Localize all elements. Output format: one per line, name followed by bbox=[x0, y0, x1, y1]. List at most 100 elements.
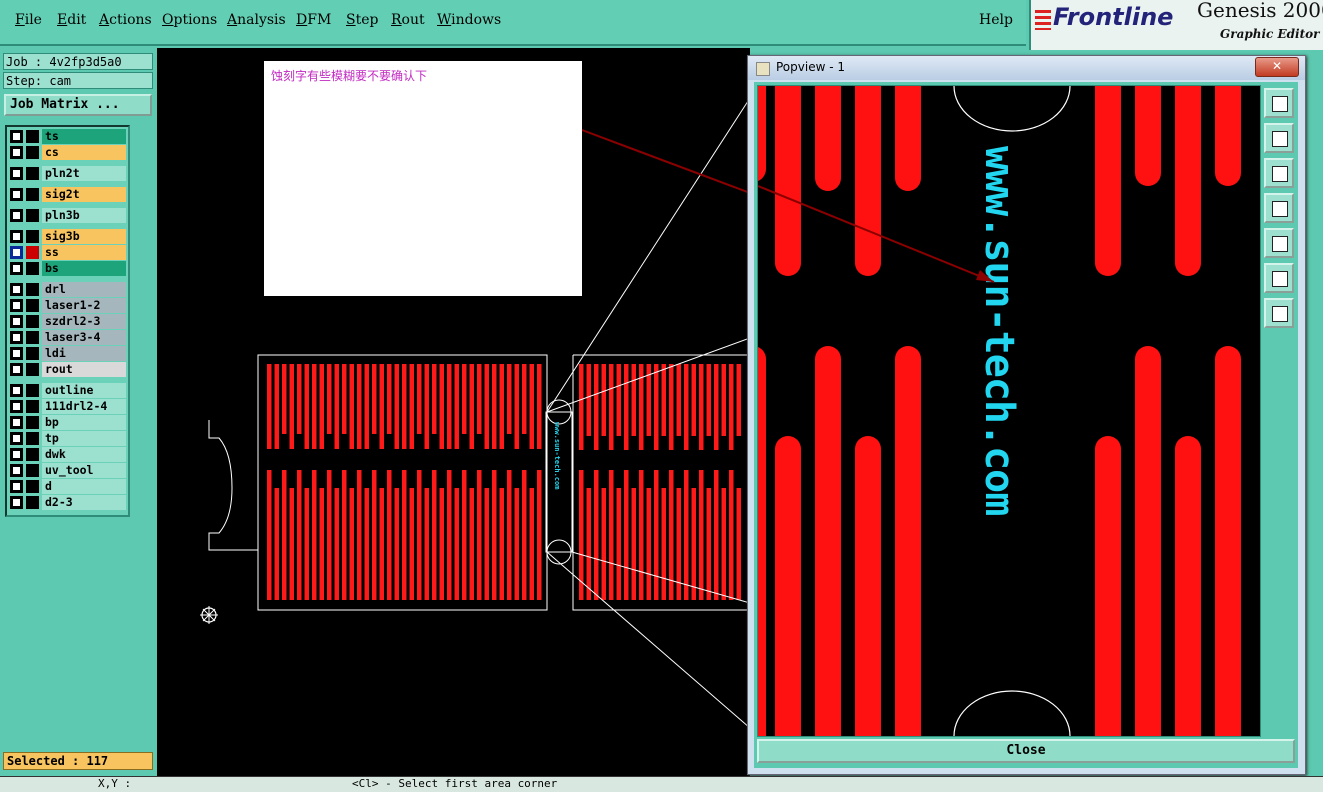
layer-name[interactable]: sig3b bbox=[42, 229, 126, 244]
layer-row-szdrl2-3[interactable]: szdrl2-3 bbox=[9, 314, 126, 329]
menu-step[interactable]: Step bbox=[346, 12, 378, 28]
layer-row-laser3-4[interactable]: laser3-4 bbox=[9, 330, 126, 345]
layer-row-drl[interactable]: drl bbox=[9, 282, 126, 297]
layer-mark[interactable] bbox=[26, 262, 39, 275]
layer-checkbox[interactable] bbox=[10, 130, 23, 143]
layer-name[interactable]: cs bbox=[42, 145, 126, 160]
layer-row-uv_tool[interactable]: uv_tool bbox=[9, 463, 126, 478]
menu-analysis[interactable]: Analysis bbox=[227, 12, 286, 28]
layer-checkbox[interactable] bbox=[10, 480, 23, 493]
layer-mark[interactable] bbox=[26, 416, 39, 429]
menu-actions[interactable]: Actions bbox=[99, 12, 152, 28]
layer-row-ldi[interactable]: ldi bbox=[9, 346, 126, 361]
layer-checkbox[interactable] bbox=[10, 384, 23, 397]
layer-name[interactable]: tp bbox=[42, 431, 126, 446]
layer-row-bp[interactable]: bp bbox=[9, 415, 126, 430]
zoom-home-icon[interactable] bbox=[1264, 88, 1294, 118]
menu-dfm[interactable]: DFM bbox=[296, 12, 331, 28]
layer-name[interactable]: pln2t bbox=[42, 166, 126, 181]
layer-mark[interactable] bbox=[26, 363, 39, 376]
layer-checkbox[interactable] bbox=[10, 230, 23, 243]
layer-row-d[interactable]: d bbox=[9, 479, 126, 494]
layer-mark[interactable] bbox=[26, 130, 39, 143]
layer-name[interactable]: uv_tool bbox=[42, 463, 126, 478]
layer-checkbox[interactable] bbox=[10, 262, 23, 275]
popview-close-button[interactable]: Close bbox=[757, 739, 1295, 763]
layer-row-rout[interactable]: rout bbox=[9, 362, 126, 377]
layer-checkbox[interactable] bbox=[10, 448, 23, 461]
layer-checkbox[interactable] bbox=[10, 188, 23, 201]
layer-checkbox[interactable] bbox=[10, 246, 23, 259]
layer-checkbox[interactable] bbox=[10, 283, 23, 296]
layer-name[interactable]: 111drl2-4 bbox=[42, 399, 126, 414]
job-matrix-button[interactable]: Job Matrix ... bbox=[4, 94, 152, 116]
layer-mark[interactable] bbox=[26, 146, 39, 159]
layer-name[interactable]: bs bbox=[42, 261, 126, 276]
menu-help[interactable]: Help bbox=[979, 12, 1013, 28]
layer-checkbox[interactable] bbox=[10, 146, 23, 159]
layer-name[interactable]: bp bbox=[42, 415, 126, 430]
layer-name[interactable]: outline bbox=[42, 383, 126, 398]
layer-name[interactable]: d bbox=[42, 479, 126, 494]
layer-mark[interactable] bbox=[26, 315, 39, 328]
layer-row-tp[interactable]: tp bbox=[9, 431, 126, 446]
layer-checkbox[interactable] bbox=[10, 432, 23, 445]
layer-mark[interactable] bbox=[26, 209, 39, 222]
layer-checkbox[interactable] bbox=[10, 347, 23, 360]
layer-checkbox[interactable] bbox=[10, 400, 23, 413]
work-layer-arrow-icon[interactable] bbox=[26, 246, 39, 259]
layer-row-outline[interactable]: outline bbox=[9, 383, 126, 398]
layer-mark[interactable] bbox=[26, 480, 39, 493]
layer-name[interactable]: drl bbox=[42, 282, 126, 297]
layer-name[interactable]: ldi bbox=[42, 346, 126, 361]
layer-row-dwk[interactable]: dwk bbox=[9, 447, 126, 462]
layer-checkbox[interactable] bbox=[10, 496, 23, 509]
menu-edit[interactable]: Edit bbox=[57, 12, 86, 28]
layer-mark[interactable] bbox=[26, 496, 39, 509]
layer-mark[interactable] bbox=[26, 448, 39, 461]
layer-mark[interactable] bbox=[26, 188, 39, 201]
layer-row-laser1-2[interactable]: laser1-2 bbox=[9, 298, 126, 313]
layer-name[interactable]: laser3-4 bbox=[42, 330, 126, 345]
layer-checkbox[interactable] bbox=[10, 331, 23, 344]
layer-mark[interactable] bbox=[26, 283, 39, 296]
layer-mark[interactable] bbox=[26, 299, 39, 312]
layer-row-pln3b[interactable]: pln3b bbox=[9, 208, 126, 223]
pan-right-icon[interactable] bbox=[1264, 228, 1294, 258]
pan-down-icon[interactable] bbox=[1264, 158, 1294, 188]
zoom-fit-icon[interactable] bbox=[1264, 263, 1294, 293]
pan-left-icon[interactable] bbox=[1264, 193, 1294, 223]
layer-mark[interactable] bbox=[26, 167, 39, 180]
layer-name[interactable]: sig2t bbox=[42, 187, 126, 202]
layer-row-sig2t[interactable]: sig2t bbox=[9, 187, 126, 202]
popview-titlebar[interactable]: Popview - 1 ✕ bbox=[748, 56, 1305, 80]
layer-checkbox[interactable] bbox=[10, 299, 23, 312]
layer-mark[interactable] bbox=[26, 400, 39, 413]
layer-row-bs[interactable]: bs bbox=[9, 261, 126, 276]
layer-row-pln2t[interactable]: pln2t bbox=[9, 166, 126, 181]
menu-options[interactable]: Options bbox=[162, 12, 217, 28]
zoom-all-icon[interactable] bbox=[1264, 298, 1294, 328]
layer-name[interactable]: d2-3 bbox=[42, 495, 126, 510]
layer-checkbox[interactable] bbox=[10, 363, 23, 376]
layer-row-111drl2-4[interactable]: 111drl2-4 bbox=[9, 399, 126, 414]
layer-name[interactable]: pln3b bbox=[42, 208, 126, 223]
layer-row-cs[interactable]: cs bbox=[9, 145, 126, 160]
layer-checkbox[interactable] bbox=[10, 416, 23, 429]
layer-mark[interactable] bbox=[26, 432, 39, 445]
layer-name[interactable]: szdrl2-3 bbox=[42, 314, 126, 329]
layer-mark[interactable] bbox=[26, 347, 39, 360]
close-icon[interactable]: ✕ bbox=[1255, 57, 1299, 77]
layer-mark[interactable] bbox=[26, 331, 39, 344]
layer-name[interactable]: ss bbox=[42, 245, 126, 260]
menu-file[interactable]: File bbox=[15, 12, 42, 28]
layer-mark[interactable] bbox=[26, 464, 39, 477]
layer-name[interactable]: ts bbox=[42, 129, 126, 144]
menu-rout[interactable]: Rout bbox=[391, 12, 425, 28]
layer-row-ts[interactable]: ts bbox=[9, 129, 126, 144]
layer-mark[interactable] bbox=[26, 230, 39, 243]
layer-checkbox[interactable] bbox=[10, 315, 23, 328]
popview-canvas[interactable]: www.sun-tech.com bbox=[757, 85, 1261, 737]
layer-row-sig3b[interactable]: sig3b bbox=[9, 229, 126, 244]
graphic-canvas[interactable]: www.sun-tech.com 蚀刻字有些模糊要不要确认下 bbox=[157, 48, 750, 776]
